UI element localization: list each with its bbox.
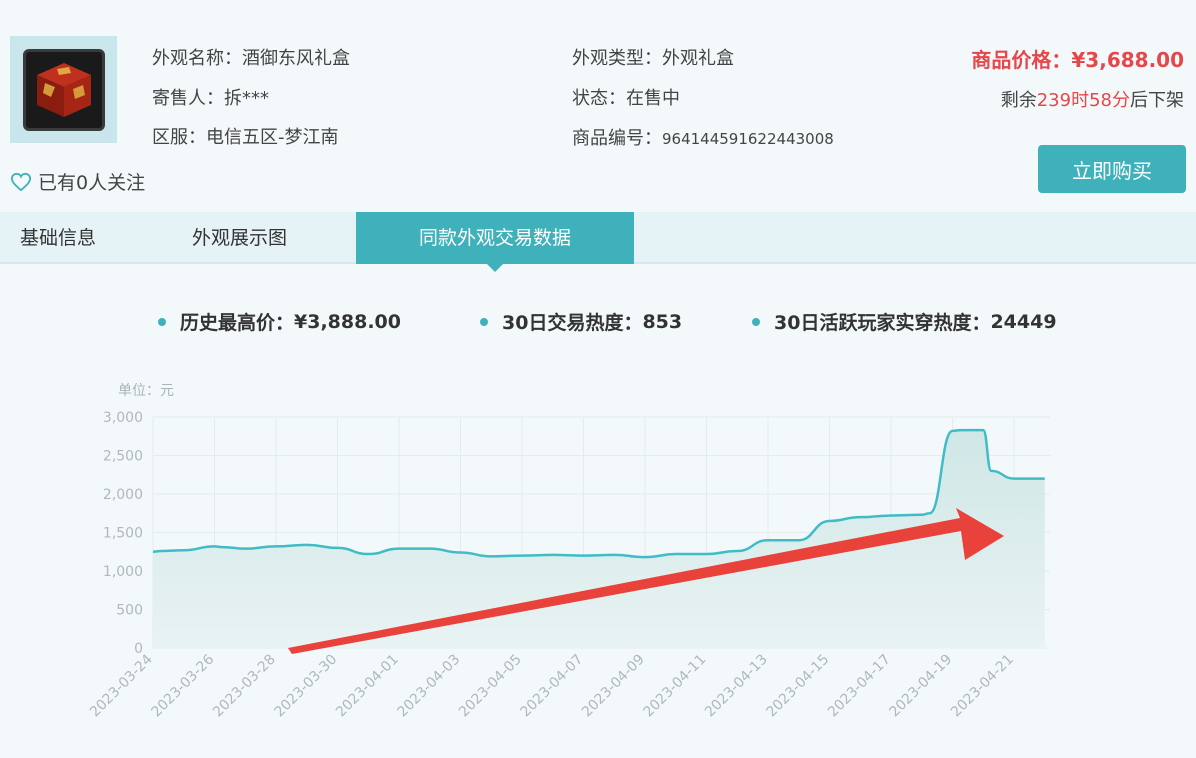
stat-heat-label: 30日交易热度： — [502, 312, 643, 334]
price-label: 商品价格： — [971, 48, 1072, 72]
x-axis: 2023-03-242023-03-262023-03-282023-03-30… — [87, 651, 1017, 720]
countdown-suffix: 后下架 — [1130, 90, 1184, 111]
bullet-icon — [158, 317, 166, 326]
follow-count-text: 已有0人关注 — [38, 172, 146, 194]
x-tick-label: 2023-04-21 — [948, 652, 1017, 721]
seller-row: 寄售人：拆*** — [152, 84, 269, 110]
x-tick-label: 2023-04-09 — [579, 652, 648, 721]
stat-active-heat: 30日活跃玩家实穿热度： 24449 — [752, 308, 1057, 335]
status-row: 状态：在售中 — [572, 84, 680, 110]
item-name: 酒御东风礼盒 — [242, 48, 350, 69]
x-tick-label: 2023-04-11 — [640, 652, 709, 721]
item-name-row: 外观名称：酒御东风礼盒 — [152, 44, 350, 70]
y-tick-label: 1,500 — [103, 526, 143, 542]
x-tick-label: 2023-04-01 — [333, 652, 402, 721]
item-name-label: 外观名称： — [152, 48, 242, 69]
server-row: 区服：电信五区-梦江南 — [152, 123, 339, 149]
tab-basic-info[interactable]: 基础信息 — [20, 212, 96, 264]
stat-max-price: 历史最高价： ¥3,888.00 — [158, 308, 401, 335]
seller-name: 拆*** — [224, 88, 269, 109]
stat-trade-heat: 30日交易热度： 853 — [480, 308, 682, 335]
countdown-prefix: 剩余 — [1000, 90, 1037, 111]
y-tick-label: 3,000 — [103, 410, 143, 426]
stat-heat-value: 853 — [642, 310, 683, 333]
countdown-minutes-unit: 分 — [1112, 90, 1130, 111]
y-tick-label: 2,000 — [103, 487, 143, 503]
server-label: 区服： — [152, 127, 206, 148]
x-tick-label: 2023-04-05 — [456, 652, 525, 721]
follow-button[interactable]: 已有0人关注 — [10, 168, 145, 195]
x-tick-label: 2023-03-28 — [210, 652, 279, 721]
y-tick-label: 500 — [116, 603, 143, 619]
x-tick-label: 2023-04-19 — [886, 652, 955, 721]
item-type: 外观礼盒 — [662, 48, 734, 69]
bullet-icon — [752, 317, 760, 326]
status-value: 在售中 — [626, 88, 680, 109]
x-tick-label: 2023-04-07 — [517, 652, 586, 721]
stats-row: 历史最高价： ¥3,888.00 30日交易热度： 853 30日活跃玩家实穿热度：… — [0, 308, 1196, 338]
y-tick-label: 1,000 — [103, 564, 143, 580]
x-tick-label: 2023-04-03 — [394, 652, 463, 721]
status-label: 状态： — [572, 88, 626, 109]
price-value: ¥3,688.00 — [1071, 48, 1184, 72]
x-tick-label: 2023-03-30 — [271, 652, 340, 721]
x-tick-label: 2023-04-13 — [702, 652, 771, 721]
countdown-hours: 239 — [1036, 90, 1072, 111]
stat-active-value: 24449 — [990, 310, 1057, 333]
server-name: 电信五区-梦江南 — [206, 127, 339, 148]
x-tick-label: 2023-03-26 — [148, 651, 217, 720]
x-tick-label: 2023-04-15 — [763, 652, 832, 721]
stat-max-value: ¥3,888.00 — [294, 310, 401, 333]
x-tick-label: 2023-04-17 — [825, 652, 894, 721]
gift-box-image — [22, 48, 105, 131]
stat-active-label: 30日活跃玩家实穿热度： — [774, 312, 991, 334]
buy-now-button[interactable]: 立即购买 — [1038, 145, 1186, 193]
heart-icon — [10, 172, 32, 191]
tab-bar: 基础信息 外观展示图 同款外观交易数据 — [0, 212, 1196, 272]
x-tick-label: 2023-03-24 — [87, 651, 156, 720]
item-id-row: 商品编号：964144591622443008 — [572, 124, 834, 150]
item-id: 964144591622443008 — [662, 130, 834, 148]
chart-unit-label: 单位：元 — [118, 383, 174, 399]
item-thumbnail[interactable] — [10, 36, 117, 143]
item-type-row: 外观类型：外观礼盒 — [572, 44, 734, 70]
countdown-text: 剩余239时58分后下架 — [1001, 86, 1184, 112]
tab-trade-data[interactable]: 同款外观交易数据 — [356, 212, 634, 272]
price-row: 商品价格：¥3,688.00 — [971, 44, 1184, 73]
item-type-label: 外观类型： — [572, 48, 662, 69]
y-axis: 05001,0001,5002,0002,5003,000 — [103, 410, 143, 657]
y-tick-label: 2,500 — [103, 449, 143, 465]
price-history-chart: 单位：元 05001,0001,5002,0002,5003,000 2023-… — [87, 383, 1050, 720]
countdown-hours-unit: 时 — [1071, 90, 1090, 111]
item-id-label: 商品编号： — [572, 128, 662, 149]
countdown-minutes: 58 — [1089, 90, 1112, 111]
stat-max-label: 历史最高价： — [180, 312, 295, 334]
seller-label: 寄售人： — [152, 88, 224, 109]
bullet-icon — [480, 317, 488, 326]
tab-appearance-images[interactable]: 外观展示图 — [192, 212, 287, 264]
